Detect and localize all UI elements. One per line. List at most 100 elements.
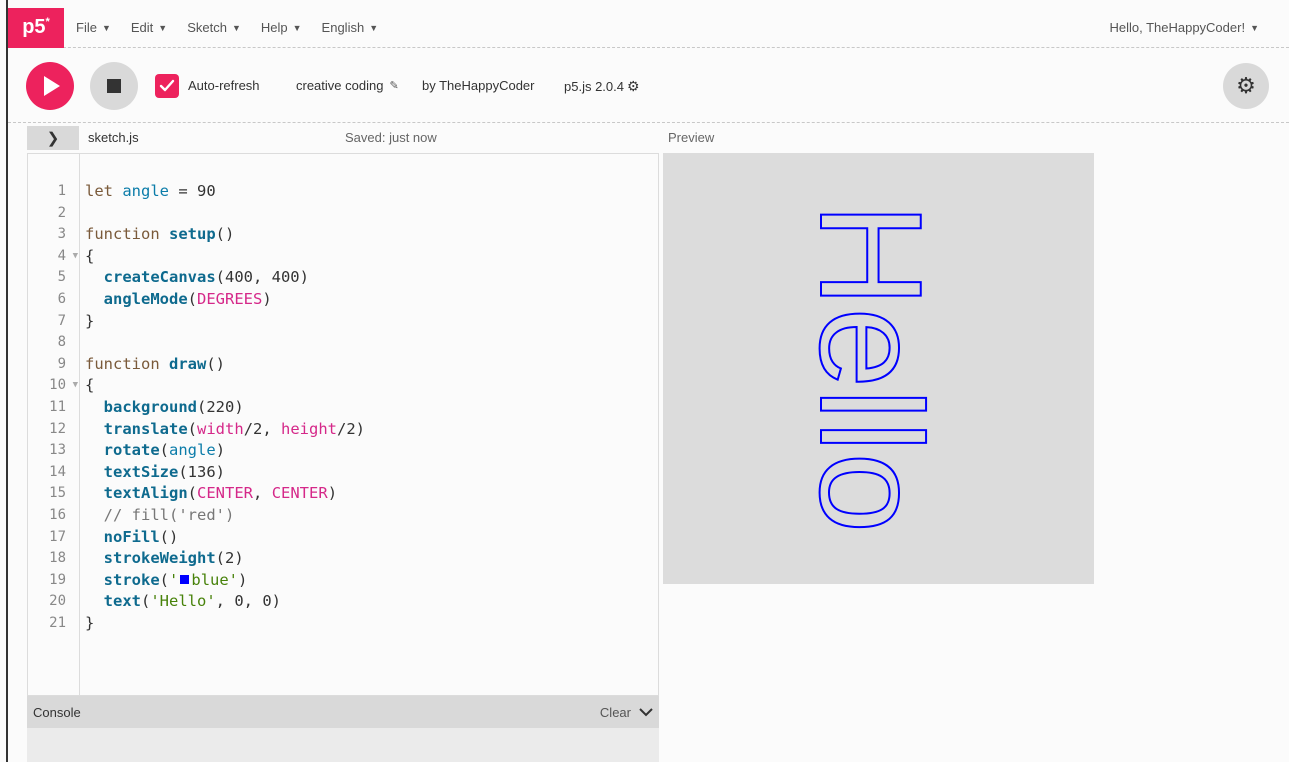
sketch-name-text: creative coding [296,78,384,93]
console-label: Console [33,704,81,720]
console-output[interactable] [27,728,659,762]
pencil-icon[interactable]: ✎ [389,79,398,92]
code-line: 11 background(220) [28,397,658,419]
code-line: 19 stroke(' blue') [28,570,658,592]
user-greeting: Hello, TheHappyCoder! [1109,20,1246,35]
code-line: 10 ▼{ [28,375,658,397]
caret-down-icon: ▼ [231,22,241,33]
color-swatch-icon[interactable] [180,574,190,584]
code-editor[interactable]: 1 let angle = 90 2 3 function setup() 4 ▼{ … [27,153,659,696]
menu-help-label: Help [260,20,288,35]
chevron-right-icon: ❯ [46,130,60,147]
menu-file[interactable]: File ▼ [76,20,111,35]
code-line: 17 noFill() [28,527,658,549]
clear-console-button[interactable]: Clear [600,705,631,720]
code-line: 8 [28,332,658,354]
line-number: 12 [49,420,66,437]
code-line: 20 text('Hello', 0, 0) [28,591,658,613]
line-number: 17 [49,528,66,545]
version-text: p5.js 2.0.4 [564,79,624,94]
console-controls: Clear [600,704,653,720]
caret-down-icon: ▼ [369,22,379,33]
menu-edit[interactable]: Edit ▼ [131,20,167,35]
code-line: 14 textSize(136) [28,462,658,484]
line-number: 21 [49,614,66,631]
line-number: 20 [49,593,66,610]
sidebar-toggle-button[interactable]: ❯ [27,126,79,150]
line-number: 14 [49,463,66,480]
caret-down-icon: ▼ [101,22,111,33]
code-line: 4 ▼{ [28,246,658,268]
logo-text: p5 [22,16,46,38]
code-line: 2 [28,203,658,225]
code-line: 15 textAlign(CENTER, CENTER) [28,483,658,505]
line-number: 3 [57,226,66,243]
fold-arrow-icon[interactable]: ▼ [73,246,78,268]
code-line: 16 // fill('red') [28,505,658,527]
check-icon [159,79,175,92]
version-selector[interactable]: p5.js 2.0.4 ⚙ [564,78,640,95]
line-number: 13 [49,442,66,459]
line-number: 10 ▼ [28,375,78,397]
menu-help[interactable]: Help ▼ [261,20,302,35]
menu-file-label: File [76,20,97,35]
code-lines: 1 let angle = 90 2 3 function setup() 4 ▼{ … [28,181,658,634]
line-number: 1 [57,183,66,199]
line-number: 11 [49,398,66,415]
logo-asterisk: * [45,15,50,28]
code-line: 6 angleMode(DEGREES) [28,289,658,311]
menu-sketch[interactable]: Sketch ▼ [187,20,241,35]
line-number: 7 [57,312,66,329]
chevron-down-icon[interactable] [639,704,653,720]
code-line: 12 translate(width/2, height/2) [28,419,658,441]
author-link[interactable]: by TheHappyCoder [422,78,535,93]
line-number: 15 [49,485,66,502]
settings-button[interactable]: ⚙ [1223,63,1269,109]
gear-icon: ⚙ [627,78,640,94]
top-nav: p5 * File ▼ Edit ▼ Sketch ▼ Help ▼ English ▼ H… [8,7,1289,48]
auto-refresh-label[interactable]: Auto-refresh [188,78,260,93]
menu-language-label: English [321,20,365,35]
preview-svg: Hello [789,202,953,534]
play-icon [44,76,60,96]
gear-icon: ⚙ [1236,73,1256,98]
line-number: 9 [57,355,66,372]
p5-logo[interactable]: p5 * [8,7,64,48]
menu-sketch-label: Sketch [187,20,227,35]
rotated-hello-text: Hello [790,203,952,533]
line-number: 4 ▼ [28,246,78,268]
code-line: 7} [28,311,658,333]
file-name: sketch.js [88,130,139,145]
line-number: 18 [49,550,66,567]
save-status: Saved: just now [345,130,437,145]
play-button[interactable] [26,62,74,110]
sketch-name[interactable]: creative coding ✎ [296,78,399,93]
line-number: 19 [49,571,66,588]
code-line: 13 rotate(angle) [28,440,658,462]
code-line: 1 let angle = 90 [28,181,658,203]
stop-button[interactable] [90,62,138,110]
code-line: 21} [28,613,658,635]
fold-arrow-icon[interactable]: ▼ [73,375,78,397]
menu-language[interactable]: English ▼ [322,20,379,35]
code-line: 18 strokeWeight(2) [28,548,658,570]
code-line: 9 function draw() [28,354,658,376]
user-menu[interactable]: Hello, TheHappyCoder! ▼ [1109,20,1259,35]
toolbar: Auto-refresh creative coding ✎ by TheHapp… [8,49,1289,123]
line-number: 8 [57,334,66,351]
sketch-preview-canvas[interactable]: Hello [663,153,1094,584]
caret-down-icon: ▼ [158,22,168,33]
line-number: 6 [57,290,66,307]
stop-icon [107,79,121,93]
menu-edit-label: Edit [130,20,154,35]
console-header: Console Clear [27,696,659,728]
caret-down-icon: ▼ [292,22,302,33]
auto-refresh-checkbox[interactable] [155,74,179,98]
caret-down-icon: ▼ [1250,22,1259,33]
line-number: 16 [49,506,66,523]
line-number: 5 [57,269,66,286]
main-menu: File ▼ Edit ▼ Sketch ▼ Help ▼ English ▼ [76,20,398,35]
line-number: 2 [57,204,66,221]
preview-label: Preview [668,130,715,145]
code-line: 3 function setup() [28,224,658,246]
